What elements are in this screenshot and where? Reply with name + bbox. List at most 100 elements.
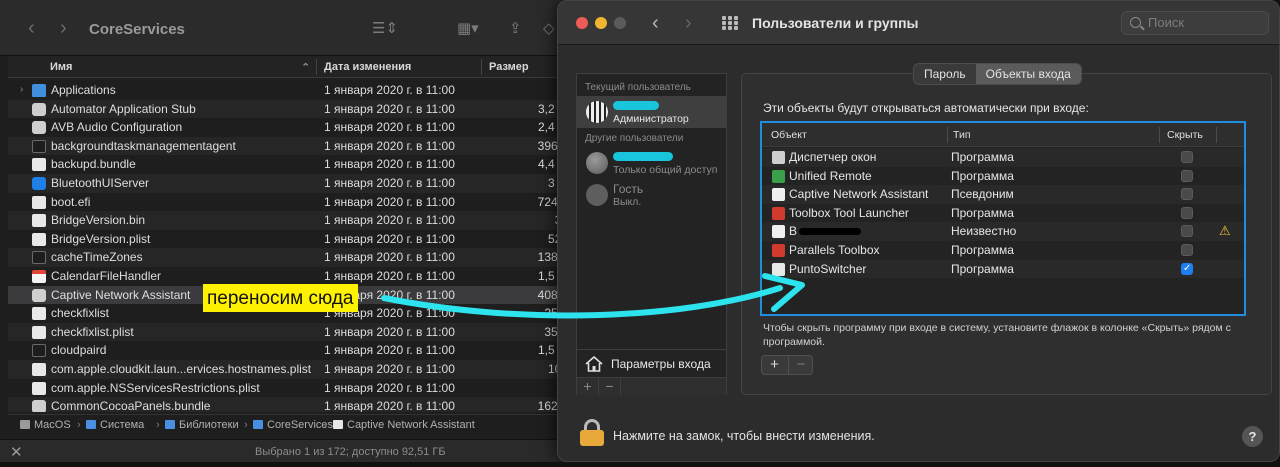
login-item-row[interactable]: Toolbox Tool Launcher Программа: [762, 204, 1244, 223]
file-row[interactable]: AVB Audio Configuration 1 января 2020 г. …: [8, 118, 580, 137]
path-item-macos[interactable]: MacOS: [20, 419, 71, 431]
folder-icon: [165, 420, 175, 429]
path-arrow-icon: ›: [156, 419, 160, 431]
remove-user-button[interactable]: −: [599, 378, 621, 396]
file-row[interactable]: cloudpaird 1 января 2020 г. в 11:00 1,5 М: [8, 341, 580, 360]
hide-checkbox[interactable]: [1181, 188, 1193, 201]
file-row[interactable]: CalendarFileHandler 1 января 2020 г. в 11…: [8, 267, 580, 286]
list-view-icon[interactable]: ☰⇕: [372, 20, 398, 38]
file-row[interactable]: checkfixlist.plist 1 января 2020 г. в 11:…: [8, 322, 580, 342]
path-item-library[interactable]: Библиотеки: [165, 419, 239, 431]
tab-password[interactable]: Пароль: [914, 64, 976, 84]
column-object[interactable]: Объект: [771, 129, 807, 141]
login-item-row[interactable]: Captive Network Assistant Псевдоним: [762, 185, 1244, 204]
window-manager-icon: [772, 151, 785, 164]
app-icon: [32, 400, 46, 412]
hide-hint-text: Чтобы скрыть программу при входе в систе…: [763, 322, 1231, 348]
path-item-coreservices[interactable]: CoreServices: [253, 419, 333, 431]
remote-icon: [772, 169, 785, 183]
file-name: Automator Application Stub: [51, 101, 196, 116]
tab-login-items[interactable]: Объекты входа: [975, 64, 1081, 84]
doc-icon: [32, 214, 46, 228]
hide-checkbox[interactable]: [1181, 206, 1193, 219]
path-item-captive[interactable]: Captive Network Assistant: [333, 419, 475, 431]
file-row[interactable]: Automator Application Stub 1 января 2020 …: [8, 99, 580, 119]
file-row[interactable]: backgroundtaskmanagementagent 1 января 20…: [8, 136, 580, 156]
forward-icon[interactable]: ›: [685, 12, 692, 35]
column-date[interactable]: Дата изменения: [324, 61, 411, 73]
search-input[interactable]: Поиск: [1121, 11, 1269, 35]
file-name: BridgeVersion.bin: [51, 213, 146, 228]
file-row[interactable]: com.apple.NSServicesRestrictions.plist 1 …: [8, 379, 580, 398]
hide-checkbox[interactable]: [1181, 260, 1193, 278]
close-icon[interactable]: ✕: [10, 443, 23, 461]
hide-checkbox[interactable]: [1181, 151, 1193, 163]
close-button[interactable]: [576, 17, 588, 29]
login-item-row[interactable]: B Неизвестно ⚠: [762, 222, 1244, 241]
bluetooth-icon: [32, 176, 46, 190]
remove-login-item-button[interactable]: −: [788, 356, 813, 374]
file-row[interactable]: BluetoothUIServer 1 января 2020 г. в 11:0…: [8, 173, 580, 193]
doc-icon: [32, 307, 46, 321]
column-hide[interactable]: Скрыть: [1167, 129, 1203, 141]
group-icon[interactable]: ▦▾: [457, 20, 479, 38]
disclosure-icon[interactable]: ›: [20, 81, 23, 100]
parallels-icon: [772, 206, 785, 220]
path-item-system[interactable]: Система: [86, 419, 144, 431]
current-user-section: Текущий пользователь: [585, 82, 691, 93]
column-type[interactable]: Тип: [953, 129, 971, 141]
file-row[interactable]: boot.efi 1 января 2020 г. в 11:00 724 К: [8, 193, 580, 212]
back-icon[interactable]: ‹: [28, 18, 35, 38]
column-name[interactable]: Имя: [50, 61, 72, 73]
sort-chevron-icon[interactable]: ⌃: [301, 61, 310, 74]
prefs-title: Пользователи и группы: [752, 15, 919, 31]
redaction-mark: [799, 228, 861, 236]
login-item-row[interactable]: Parallels Toolbox Программа: [762, 241, 1244, 260]
user-item-admin[interactable]: Администратор: [577, 96, 726, 128]
file-row[interactable]: CommonCocoaPanels.bundle 1 января 2020 г.…: [8, 397, 580, 412]
house-icon: [585, 356, 603, 372]
file-date: 1 января 2020 г. в 11:00: [324, 175, 455, 190]
file-date: 1 января 2020 г. в 11:00: [324, 194, 455, 209]
file-row[interactable]: BridgeVersion.bin 1 января 2020 г. в 11:0…: [8, 211, 580, 230]
file-name: Captive Network Assistant: [51, 287, 191, 302]
login-options-item[interactable]: Параметры входа: [577, 349, 726, 377]
login-item-row[interactable]: Диспетчер окон Программа: [762, 148, 1244, 167]
login-item-row[interactable]: Unified Remote Программа: [762, 167, 1244, 186]
login-options-label: Параметры входа: [611, 357, 711, 371]
redaction-mark: [613, 152, 673, 161]
back-icon[interactable]: ‹: [652, 12, 659, 35]
file-row[interactable]: cacheTimeZones 1 января 2020 г. в 11:00 13…: [8, 248, 580, 267]
file-row[interactable]: BridgeVersion.plist 1 января 2020 г. в 11…: [8, 230, 580, 249]
file-row[interactable]: com.apple.cloudkit.laun...ervices.hostna…: [8, 359, 580, 379]
help-button[interactable]: ?: [1242, 426, 1263, 447]
doc-icon: [32, 195, 46, 209]
add-login-item-button[interactable]: +: [762, 356, 787, 374]
share-icon[interactable]: ⇪: [509, 20, 522, 38]
file-row[interactable]: backupd.bundle 1 января 2020 г. в 11:00 4,…: [8, 155, 580, 174]
column-size[interactable]: Размер: [489, 61, 529, 73]
zoom-button[interactable]: [614, 17, 626, 29]
login-item-type: Программа: [951, 243, 1014, 257]
login-item-name: Captive Network Assistant: [789, 187, 929, 202]
login-item-row[interactable]: PuntoSwitcher Программа: [762, 259, 1244, 278]
file-row[interactable]: › Applications 1 января 2020 г. в 11:00: [8, 81, 580, 100]
lock-icon[interactable]: [580, 419, 604, 447]
tag-icon[interactable]: ◇: [543, 20, 555, 38]
login-item-name: Parallels Toolbox: [789, 243, 880, 257]
hide-checkbox[interactable]: [1181, 244, 1193, 256]
finder-window-title: CoreServices: [89, 21, 185, 38]
punto-icon: [772, 262, 785, 276]
user-item-guest[interactable]: Гость Выкл.: [577, 179, 726, 211]
show-all-grid-icon[interactable]: [722, 16, 738, 30]
avatar: [586, 101, 608, 123]
hide-checkbox[interactable]: [1181, 225, 1193, 238]
forward-icon[interactable]: ›: [60, 18, 67, 38]
minimize-button[interactable]: [595, 17, 607, 29]
login-item-type: Программа: [951, 205, 1014, 220]
user-item-sharing[interactable]: Только общий доступ: [577, 147, 726, 179]
hide-checkbox[interactable]: [1181, 169, 1193, 182]
app-icon: [32, 121, 46, 135]
add-user-button[interactable]: +: [577, 378, 599, 396]
login-items-table: Объект Тип Скрыть Диспетчер окон Программ…: [760, 121, 1246, 316]
